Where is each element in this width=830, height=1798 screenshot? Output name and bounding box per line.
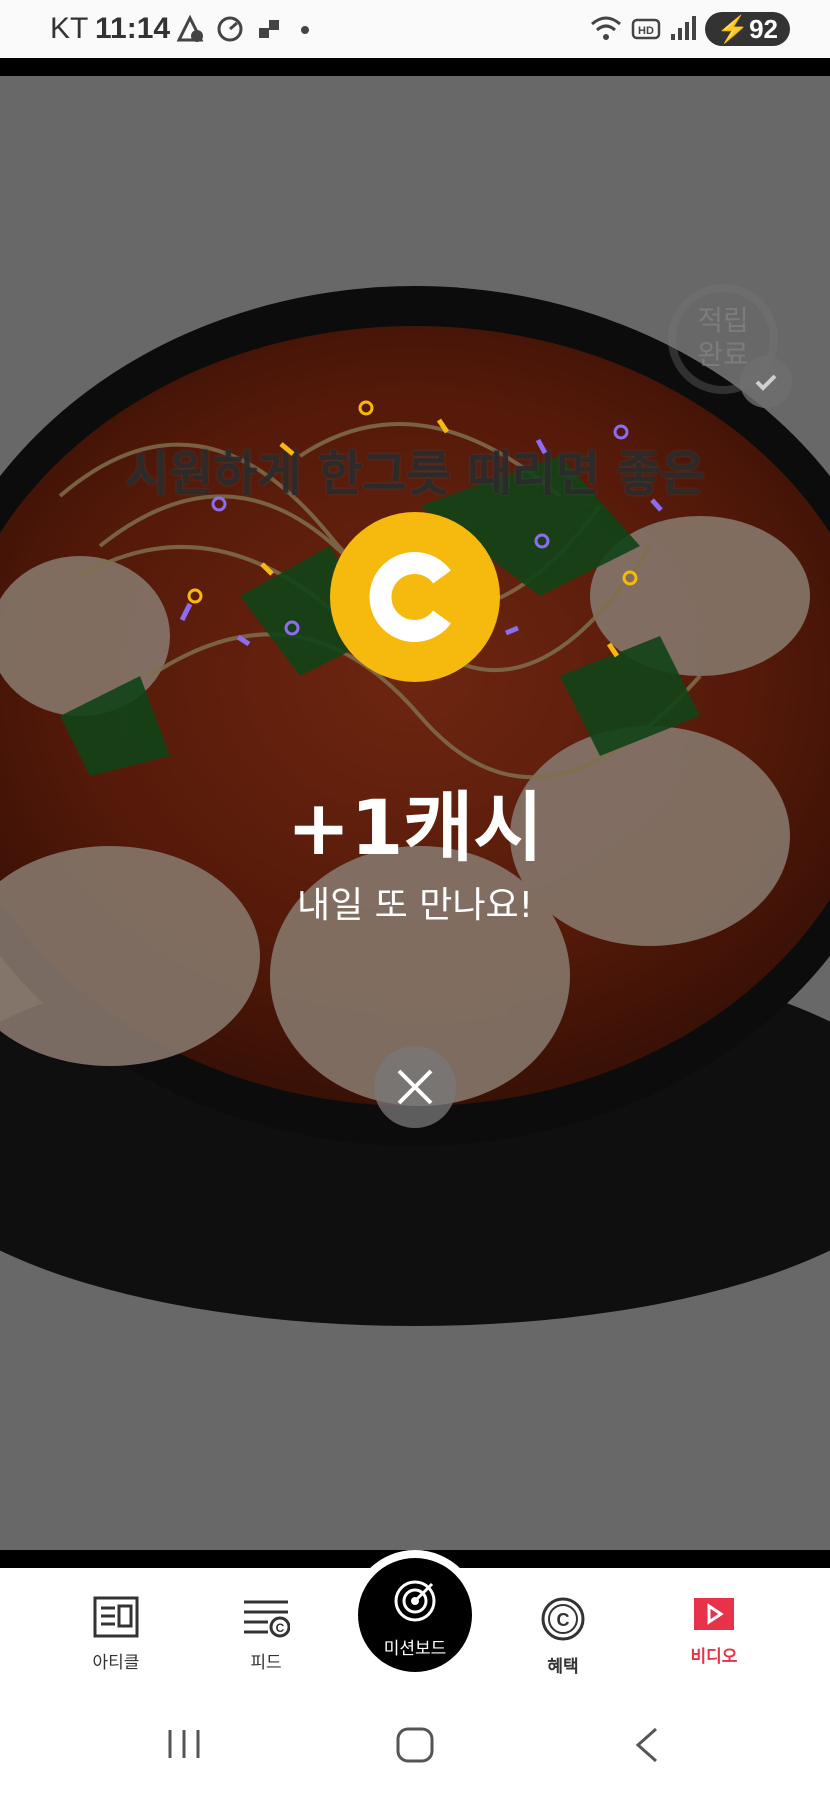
nav-item-article[interactable]: 아티클 xyxy=(66,1596,166,1673)
hd-voice-icon: HD xyxy=(631,18,660,40)
feed-icon: C xyxy=(244,1600,291,1638)
notification-app-icon xyxy=(176,14,204,42)
app-notification-icon xyxy=(259,20,279,38)
article-icon xyxy=(93,1596,139,1638)
signal-icon xyxy=(670,16,696,40)
system-navigation-bar xyxy=(0,1696,830,1798)
nav-label-article: 아티클 xyxy=(92,1653,140,1673)
nav-label-video: 비디오 xyxy=(690,1647,738,1667)
system-status-icons: HD ⚡ 92 xyxy=(589,12,790,46)
reward-amount: +1캐시 xyxy=(286,783,544,872)
recent-apps-button[interactable] xyxy=(164,1726,204,1766)
nav-label-mission-board: 미션보드 xyxy=(383,1639,447,1659)
svg-text:C: C xyxy=(276,1621,285,1635)
speed-gauge-icon xyxy=(217,16,243,42)
close-button[interactable] xyxy=(374,1046,456,1128)
home-button[interactable] xyxy=(395,1726,435,1768)
nav-item-feed[interactable]: C 피드 xyxy=(216,1596,316,1673)
close-icon xyxy=(397,1069,433,1105)
nav-item-video[interactable]: 비디오 xyxy=(664,1596,764,1667)
carrier-label: KT xyxy=(50,12,89,45)
video-play-icon xyxy=(694,1598,734,1630)
video-top-band xyxy=(0,58,830,76)
target-icon xyxy=(394,1580,436,1622)
checkmark-icon xyxy=(740,356,792,408)
svg-text:HD: HD xyxy=(638,25,654,37)
benefit-coin-icon: C xyxy=(541,1597,585,1641)
home-icon xyxy=(396,1727,434,1763)
stamp-label: 적립 완료 xyxy=(697,304,749,371)
cash-coin-icon xyxy=(330,512,500,682)
recent-apps-icon xyxy=(168,1730,200,1758)
back-button[interactable] xyxy=(630,1726,664,1768)
battery-level: 92 xyxy=(749,13,778,44)
status-bar: KT 11:14 HD ⚡ 92 xyxy=(0,0,830,58)
nav-item-mission-board[interactable]: 미션보드 xyxy=(358,1558,472,1672)
charging-bolt-icon: ⚡ xyxy=(716,13,750,44)
clock: 11:14 xyxy=(95,12,171,45)
reward-message: 내일 또 만나요! xyxy=(296,885,534,926)
more-dot-icon xyxy=(301,26,309,34)
svg-text:C: C xyxy=(557,1610,570,1630)
nav-label-benefit: 혜택 xyxy=(547,1657,579,1677)
wifi-icon xyxy=(590,16,621,40)
back-icon xyxy=(635,1727,657,1763)
battery-indicator: ⚡ 92 xyxy=(704,12,790,46)
nav-item-benefit[interactable]: C 혜택 xyxy=(513,1596,613,1677)
nav-label-feed: 피드 xyxy=(250,1653,282,1673)
notification-icons xyxy=(175,14,315,44)
video-caption: 시원하게 한그릇 때리면 좋은 xyxy=(124,446,706,502)
video-player[interactable]: 적립 완료 시원하게 한그릇 때리면 좋은 +1캐시 내일 또 만나요! xyxy=(0,76,830,1550)
bottom-navigation: 아티클 C 피드 미션보드 C 혜택 비디오 xyxy=(0,1558,830,1696)
